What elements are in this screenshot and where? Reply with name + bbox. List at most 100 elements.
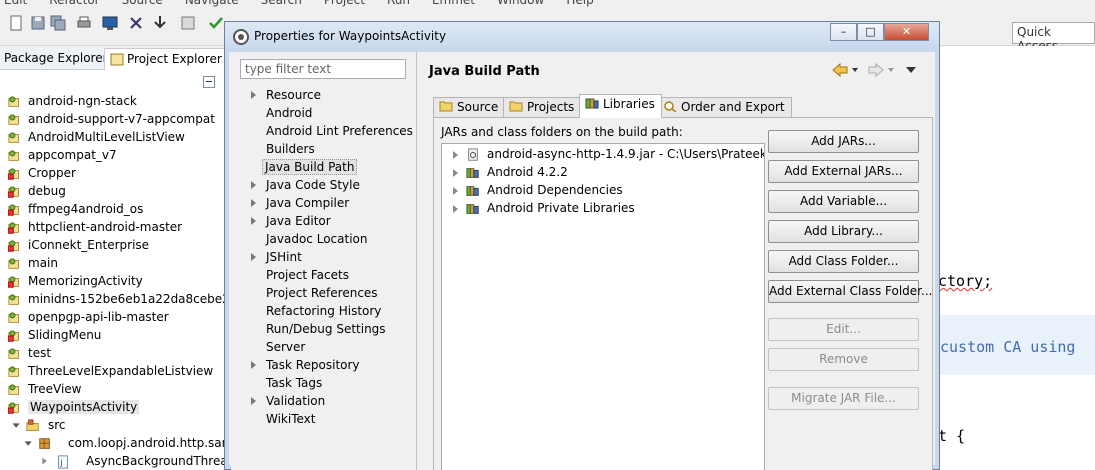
expand-arrow-icon[interactable] [251,91,256,99]
expand-arrow-icon[interactable] [251,217,256,225]
library-list[interactable]: android-async-http-1.4.9.jar - C:\Users\… [441,143,765,470]
maximize-button[interactable]: □ [857,23,884,41]
page-item-label: Resource [266,88,322,102]
project-name: openpgp-api-lib-master [28,310,169,324]
menu-item[interactable]: Edit [4,0,27,7]
save-icon[interactable] [30,15,46,31]
project-name: appcompat_v7 [28,148,117,162]
new-icon[interactable] [8,15,24,31]
menu-item[interactable]: Navigate [185,0,239,7]
code-editor[interactable]: ctory; custom CA using t { [938,46,1095,470]
tab-projects[interactable]: Projects [503,97,582,118]
properties-icon [233,29,249,45]
tab-source[interactable]: Source [433,97,506,118]
save-all-icon[interactable] [50,15,66,31]
library-entry[interactable]: Android Dependencies [442,182,764,200]
sash-divider[interactable] [416,52,417,470]
page-item-label: Project References [266,286,378,300]
expand-arrow-icon[interactable] [251,253,256,261]
project-name: ThreeLevelExpandableListview [28,364,214,378]
page-item-label: Java Compiler [266,196,350,210]
minimize-button[interactable]: – [830,23,857,41]
project-name: android-ngn-stack [28,94,137,108]
expand-arrow-icon[interactable] [453,151,458,159]
menu-item[interactable]: Refactor [49,0,99,7]
android-project-icon [8,132,19,143]
back-dropdown-icon[interactable] [852,68,858,72]
order-export-icon [664,101,677,112]
libraries-icon [585,98,599,109]
expand-arrow-icon[interactable] [251,181,256,189]
tab-package-explorer[interactable]: Package Explorer [0,48,114,70]
menu-bar: Edit Refactor Source Navigate Search Project R… [0,0,1095,8]
menu-item[interactable]: Run [387,0,410,7]
expand-arrow-icon[interactable] [453,187,458,195]
menu-item[interactable]: Source [122,0,163,7]
library-label: Android Dependencies [487,183,623,197]
project-explorer-view: Package Explorer Project Explorer ✕ andr… [0,46,259,470]
page-item-label: Task Tags [266,376,323,390]
checkmark-icon[interactable] [208,15,224,31]
add-library-button[interactable]: Add Library... [768,220,919,243]
library-entry[interactable]: Android 4.2.2 [442,164,764,182]
project-name: android-support-v7-appcompat [28,112,215,126]
properties-dialog: Properties for WaypointsActivity – □ ✕ R… [224,21,940,470]
close-button[interactable]: ✕ [884,23,929,41]
add-jars-button[interactable]: Add JARs... [768,130,919,153]
expand-arrow-icon[interactable] [453,169,458,177]
tab-order-and-export[interactable]: Order and Export [657,97,792,118]
android-project-icon [8,96,19,107]
project-name: AndroidMultiLevelListView [28,130,185,144]
menu-item[interactable]: Search [261,0,302,7]
library-entry[interactable]: Android Private Libraries [442,200,764,218]
expand-arrow-icon[interactable] [251,361,256,369]
library-label: android-async-http-1.4.9.jar - C:\Users\… [487,147,764,161]
menu-item[interactable]: Help [566,0,593,7]
library-entry[interactable]: android-async-http-1.4.9.jar - C:\Users\… [442,146,764,164]
menu-item[interactable]: Emmet [432,0,475,7]
dialog-titlebar[interactable]: Properties for WaypointsActivity – □ ✕ [225,22,939,52]
download-icon[interactable] [152,15,168,31]
expand-arrow-icon[interactable] [251,397,256,405]
android-project-icon [8,312,19,323]
android-project-icon [8,258,19,269]
build-path-caption: JARs and class folders on the build path… [441,125,683,139]
view-menu-icon[interactable] [906,67,916,73]
project-name: MemorizingActivity [28,274,143,288]
console-icon[interactable] [102,15,118,31]
project-name: TreeView [28,382,82,396]
android-project-error-icon [8,330,19,342]
library-icon [466,186,479,196]
library-label: Android 4.2.2 [487,165,568,179]
page-item-label: Java Editor [266,214,331,228]
add-external-jars-button[interactable]: Add External JARs... [768,160,919,183]
dialog-title: Properties for WaypointsActivity [254,29,447,43]
navigation-controls[interactable] [831,62,921,78]
quick-access-field[interactable]: Quick Access [1012,22,1095,53]
forward-arrow-icon[interactable] [868,62,884,78]
jar-icon [468,148,478,161]
print-icon[interactable] [76,15,92,31]
back-arrow-icon[interactable] [832,62,848,78]
project-name: ffmpeg4android_os [28,202,144,216]
expand-arrow-icon[interactable] [453,205,458,213]
filter-input[interactable] [240,59,406,79]
add-class-folder-button[interactable]: Add Class Folder... [768,250,919,273]
skip-breakpoints-icon[interactable] [128,15,144,31]
external-tools-icon[interactable] [180,15,196,31]
collapse-all-icon[interactable] [203,76,215,88]
add-external-class-folder-button[interactable]: Add External Class Folder... [768,280,932,303]
page-item-label: Run/Debug Settings [266,322,386,336]
expand-arrow-icon[interactable] [251,199,256,207]
android-project-icon [8,150,19,161]
menu-item[interactable]: Window [497,0,544,7]
page-item-label: Project Facets [266,268,349,282]
forward-dropdown-icon[interactable] [888,68,894,72]
code-line-3: t { [938,427,966,445]
menu-item[interactable]: Project [324,0,365,7]
page-title: Java Build Path [429,64,540,79]
project-name: debug [28,184,66,198]
add-variable-button[interactable]: Add Variable... [768,190,919,213]
android-project-error-icon [8,222,19,234]
tab-libraries[interactable]: Libraries [579,94,662,118]
